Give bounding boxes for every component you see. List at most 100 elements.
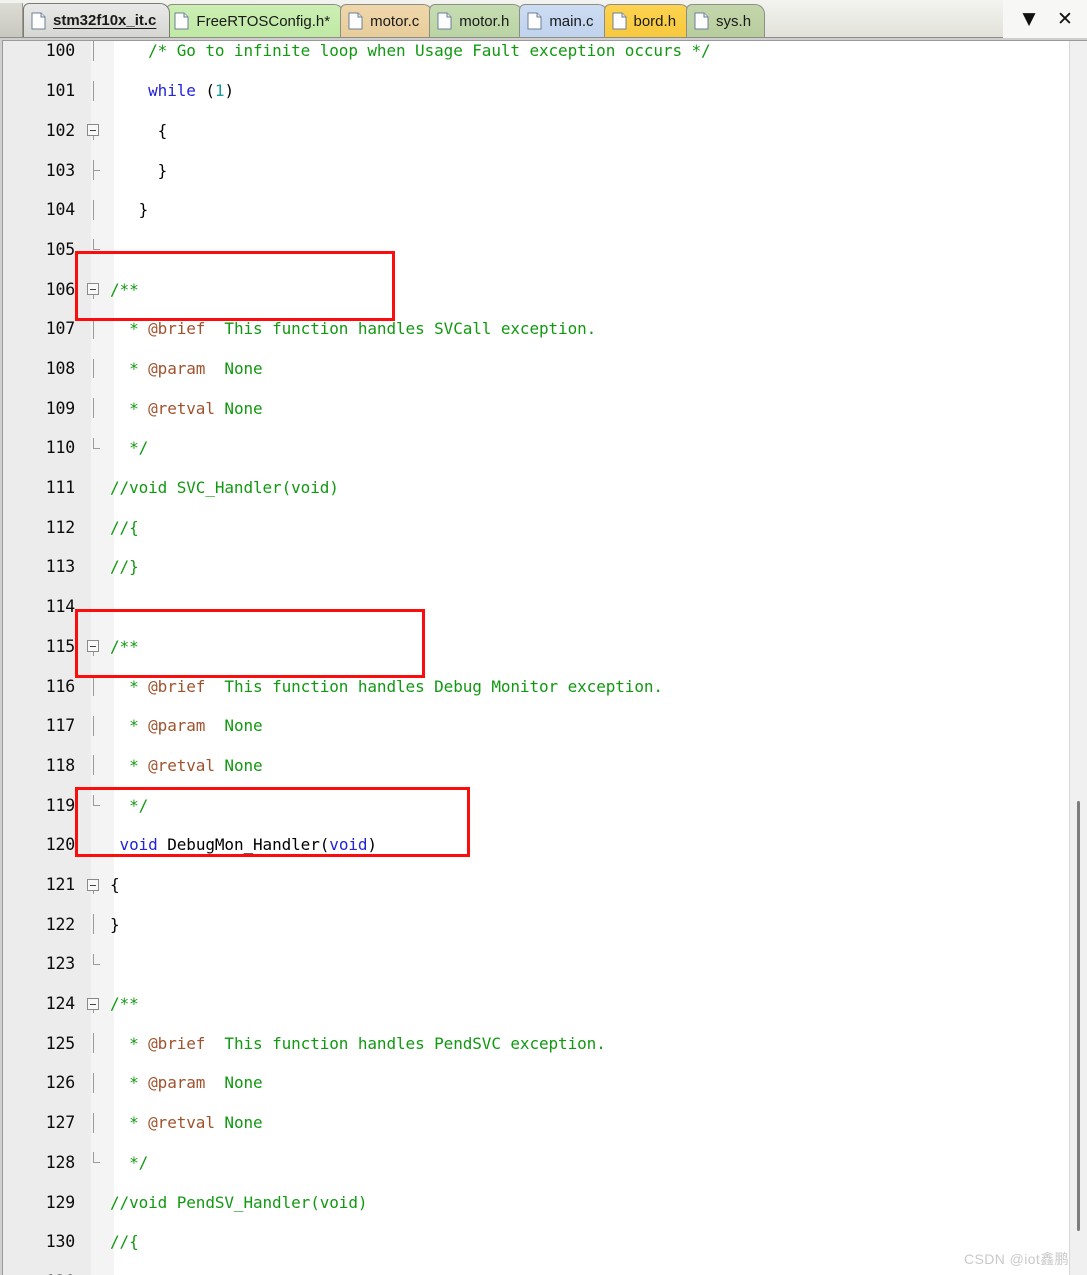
code-line[interactable]: 125 * @brief This function handles PendS… <box>3 1033 1087 1054</box>
code-line[interactable]: 105 <box>3 239 1087 259</box>
line-number: 130 <box>45 1232 75 1252</box>
code-text: * @retval None <box>110 755 263 775</box>
code-text: * @param None <box>110 1073 263 1093</box>
code-line[interactable]: 121 { <box>3 875 1087 895</box>
line-number: 124 <box>45 994 75 1014</box>
code-text: { <box>110 120 168 140</box>
code-text: * @param None <box>110 716 263 736</box>
close-tab-icon[interactable]: ✕ <box>1055 8 1075 30</box>
file-icon <box>348 12 363 30</box>
code-text: } <box>110 200 149 220</box>
code-line[interactable]: 123 <box>3 953 1087 974</box>
editor-frame: 100 /* Go to infinite loop when Usage Fa… <box>0 38 1087 1275</box>
code-line[interactable]: 104 } <box>3 199 1087 220</box>
editor-tab-bord-h[interactable]: bord.h <box>603 4 691 37</box>
line-number: 100 <box>45 41 75 61</box>
line-number: 116 <box>45 676 75 696</box>
fold-marker <box>83 358 106 379</box>
editor-tab-stm32f10x-it-c[interactable]: stm32f10x_it.c <box>23 3 171 37</box>
fold-marker <box>83 398 106 419</box>
code-text: /* Go to infinite loop when Usage Fault … <box>148 41 711 61</box>
code-line[interactable]: 102 { <box>3 120 1087 141</box>
vertical-scrollbar[interactable] <box>1069 41 1087 1275</box>
code-line[interactable]: 113 //} <box>3 557 1087 577</box>
code-line[interactable]: 108 * @param None <box>3 358 1087 379</box>
code-text: void DebugMon_Handler(void) <box>119 835 378 855</box>
code-line[interactable]: 100 /* Go to infinite loop when Usage Fa… <box>3 41 1087 61</box>
code-line[interactable]: 126 * @param None <box>3 1073 1087 1093</box>
fold-marker <box>83 755 106 776</box>
code-line[interactable]: 115 /** <box>3 636 1087 657</box>
editor-tab-sys-h[interactable]: sys.h <box>686 4 766 37</box>
code-line[interactable]: 127 * @retval None <box>3 1112 1087 1133</box>
code-line[interactable]: 111 //void SVC_Handler(void) <box>3 478 1087 498</box>
code-text: { <box>110 874 120 894</box>
editor-tab-main-c[interactable]: main.c <box>519 4 608 37</box>
code-text: * @brief This function handles SVCall ex… <box>110 319 597 339</box>
code-text: /** <box>110 636 139 656</box>
code-line[interactable]: 117 * @param None <box>3 715 1087 736</box>
code-line[interactable]: 131//} <box>3 1272 1087 1275</box>
file-icon <box>174 12 189 30</box>
line-number: 127 <box>45 1113 75 1133</box>
scrollbar-thumb[interactable] <box>1077 801 1080 1231</box>
code-line[interactable]: 120 void DebugMon_Handler(void) <box>3 835 1087 855</box>
code-line[interactable]: 119 */ <box>3 795 1087 815</box>
editor-tab-motor-c[interactable]: motor.c <box>340 4 434 37</box>
code-line[interactable]: 130 //{ <box>3 1232 1087 1252</box>
code-line[interactable]: 110 */ <box>3 437 1087 458</box>
code-text: /** <box>110 994 139 1014</box>
line-number: 115 <box>45 636 75 656</box>
code-line[interactable]: 118 * @retval None <box>3 755 1087 776</box>
line-number: 112 <box>45 517 75 537</box>
fold-marker <box>83 597 106 617</box>
editor-tab-motor-h[interactable]: motor.h <box>429 4 524 37</box>
fold-marker <box>83 676 106 696</box>
line-number: 101 <box>45 81 75 101</box>
line-number: 118 <box>45 755 75 775</box>
code-line[interactable]: 124 /** <box>3 994 1087 1014</box>
fold-marker <box>83 914 106 935</box>
file-icon <box>612 12 627 30</box>
code-text: */ <box>110 1152 149 1172</box>
code-line[interactable]: 116 * @brief This function handles Debug… <box>3 676 1087 696</box>
line-number: 104 <box>45 200 75 220</box>
code-text: * @retval None <box>110 1113 263 1133</box>
file-icon <box>31 12 46 30</box>
code-line[interactable]: 107 * @brief This function handles SVCal… <box>3 318 1087 339</box>
fold-marker <box>83 795 106 815</box>
tab-list-dropdown-icon[interactable]: ▼ <box>1019 8 1039 30</box>
fold-marker[interactable] <box>83 120 106 141</box>
code-line[interactable]: 109 * @retval None <box>3 398 1087 419</box>
fold-marker[interactable] <box>83 636 106 657</box>
code-text: while (1) <box>148 81 234 101</box>
code-text: //} <box>110 557 139 577</box>
fold-marker <box>83 41 106 61</box>
fold-marker <box>83 239 106 259</box>
line-number: 129 <box>45 1192 75 1212</box>
watermark-text: CSDN @iot鑫鹏 <box>964 1251 1069 1267</box>
code-line[interactable]: 103 } <box>3 160 1087 180</box>
line-number: 109 <box>45 398 75 418</box>
fold-marker <box>83 80 106 101</box>
fold-marker <box>83 478 106 498</box>
code-line[interactable]: 112 //{ <box>3 517 1087 537</box>
code-text: //void SVC_Handler(void) <box>110 478 339 498</box>
fold-marker[interactable] <box>83 875 106 895</box>
fold-marker[interactable] <box>83 279 106 299</box>
fold-marker <box>83 199 106 220</box>
code-line[interactable]: 106 /** <box>3 279 1087 299</box>
editor-viewport[interactable]: 100 /* Go to infinite loop when Usage Fa… <box>2 40 1087 1275</box>
code-line[interactable]: 129 //void PendSV_Handler(void) <box>3 1192 1087 1212</box>
code-text: * @brief This function handles Debug Mon… <box>110 676 663 696</box>
editor-tab-freertosconfig-h-[interactable]: FreeRTOSConfig.h* <box>166 4 345 37</box>
code-line[interactable]: 128 */ <box>3 1152 1087 1172</box>
code-line[interactable]: 114 <box>3 597 1087 617</box>
line-number: 110 <box>45 438 75 458</box>
tab-list: stm32f10x_it.c FreeRTOSConfig.h* motor.c mo… <box>23 0 766 37</box>
code-line[interactable]: 122} <box>3 914 1087 935</box>
code-line[interactable]: 101 while (1) <box>3 80 1087 101</box>
fold-marker <box>83 953 106 974</box>
line-number: 106 <box>45 279 75 299</box>
fold-marker[interactable] <box>83 994 106 1014</box>
